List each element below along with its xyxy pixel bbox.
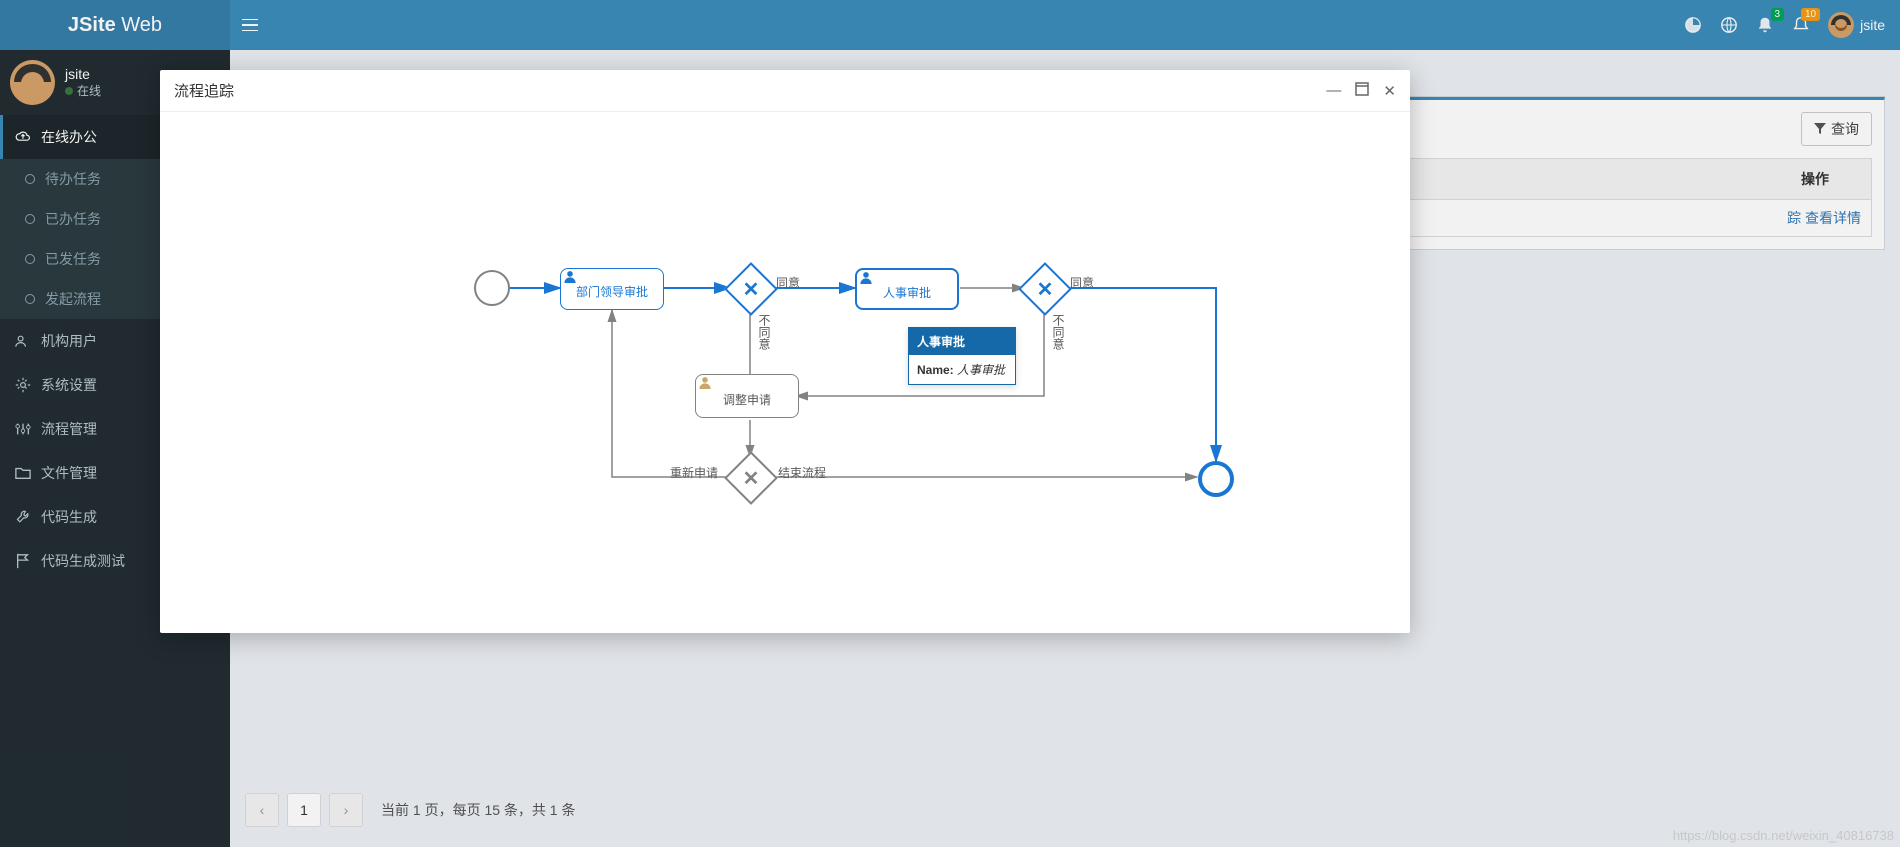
- watermark: https://blog.csdn.net/weixin_40816738: [1673, 828, 1894, 843]
- modal-header: 流程追踪 — ✕: [160, 70, 1410, 112]
- bpmn-task-hr-approval[interactable]: 人事审批: [855, 268, 959, 310]
- edge-label-reapply: 重新申请: [670, 464, 718, 481]
- edge-label-agree-2: 同意: [1070, 274, 1094, 291]
- modal-maximize[interactable]: [1355, 82, 1369, 100]
- bpmn-gateway-3[interactable]: ✕: [724, 451, 778, 505]
- bpmn-task-adjust[interactable]: 调整申请: [695, 374, 799, 418]
- bpmn-diagram[interactable]: 部门领导审批 ✕ 人事审批 ✕ 调整申请 ✕ 同意 不同意 同意 不同意 重新申…: [160, 112, 1410, 633]
- modal-close[interactable]: ✕: [1383, 82, 1396, 100]
- bpmn-tooltip: 人事审批 Name: 人事审批: [908, 327, 1016, 385]
- bpmn-start-event[interactable]: [474, 270, 510, 306]
- bpmn-gateway-1[interactable]: ✕: [724, 262, 778, 316]
- user-task-icon: [560, 268, 580, 284]
- edge-label-disagree-1: 不同意: [756, 314, 773, 350]
- edge-label-agree-1: 同意: [776, 274, 800, 291]
- diagram-edges: [160, 112, 1410, 633]
- bpmn-gateway-2[interactable]: ✕: [1018, 262, 1072, 316]
- modal-minimize[interactable]: —: [1326, 82, 1341, 100]
- modal-body: 部门领导审批 ✕ 人事审批 ✕ 调整申请 ✕ 同意 不同意 同意 不同意 重新申…: [160, 112, 1410, 633]
- bpmn-end-event[interactable]: [1198, 461, 1234, 497]
- modal-process-trace: 流程追踪 — ✕: [160, 70, 1410, 633]
- modal-title: 流程追踪: [174, 80, 234, 101]
- user-task-icon: [856, 269, 876, 285]
- edge-label-disagree-2: 不同意: [1050, 314, 1067, 350]
- user-task-icon: [695, 374, 715, 390]
- tooltip-title: 人事审批: [909, 328, 1015, 355]
- bpmn-task-dept-approval[interactable]: 部门领导审批: [560, 268, 664, 310]
- edge-label-end: 结束流程: [778, 464, 826, 481]
